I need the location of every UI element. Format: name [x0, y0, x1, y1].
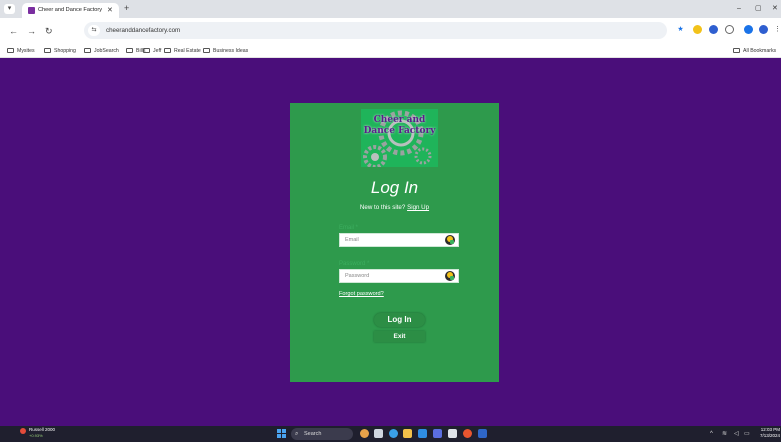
logo-text: Cheer and Dance Factory [363, 115, 436, 136]
shield-extension-icon[interactable] [709, 25, 718, 34]
tray-chevron-icon[interactable]: ^ [710, 429, 713, 439]
bookmark-folder[interactable]: Jeff [143, 46, 161, 56]
taskbar: Russell 2000 +0.93% ⌕ Search ^ ≋ ◁ ▭ 12:… [0, 426, 781, 442]
browser-tab-bar: ▾ Cheer and Dance Factory | ora ✕ + – ▢ … [0, 0, 781, 18]
browser-toolbar: ← → ↻ ⇆ cheeranddancefactory.com ★ ⋮ [0, 18, 781, 44]
start-button[interactable] [277, 429, 287, 439]
email-field-container [339, 233, 459, 247]
copilot-icon[interactable] [360, 429, 369, 438]
word-icon[interactable] [478, 429, 487, 438]
bookmark-folder[interactable]: Business Ideas [203, 46, 248, 56]
password-manager-extension-icon[interactable] [693, 25, 702, 34]
tab-title: Cheer and Dance Factory | ora [38, 7, 104, 13]
clock[interactable]: 12:03 PM 7/13/2024 [754, 427, 780, 439]
folder-icon [164, 48, 171, 53]
stock-widget-icon[interactable] [20, 428, 26, 434]
bookmark-star-icon[interactable]: ★ [676, 25, 685, 34]
login-card: Cheer and Dance Factory Log In New to th… [290, 103, 499, 382]
minimize-button[interactable]: – [737, 3, 741, 15]
address-bar[interactable]: ⇆ cheeranddancefactory.com [84, 22, 667, 39]
password-field-container [339, 269, 459, 283]
forward-button[interactable]: → [27, 26, 36, 36]
exit-button[interactable]: Exit [374, 331, 425, 342]
page-title: Log In [370, 178, 419, 197]
windows-logo-icon [277, 429, 281, 433]
bookmark-folder[interactable]: JobSearch [84, 46, 119, 56]
password-label: Password * [339, 261, 370, 267]
bookmark-folder[interactable]: Mysites [7, 46, 35, 56]
address-url: cheeranddancefactory.com [106, 27, 181, 34]
folder-icon [203, 48, 210, 53]
edge-browser-icon[interactable] [389, 429, 398, 438]
site-logo: Cheer and Dance Factory [361, 109, 438, 167]
store-icon[interactable] [418, 429, 427, 438]
maximize-button[interactable]: ▢ [755, 3, 762, 15]
reload-button[interactable]: ↻ [45, 26, 53, 36]
signup-link[interactable]: Sign Up [407, 204, 429, 211]
bookmark-folder[interactable]: Real Estate [164, 46, 201, 56]
file-explorer-icon[interactable] [403, 429, 412, 438]
tab-close-icon[interactable]: ✕ [107, 6, 113, 15]
password-manager-icon[interactable] [445, 235, 455, 245]
new-tab-button[interactable]: + [124, 3, 129, 14]
folder-icon [84, 48, 91, 53]
tab-search-icon[interactable]: ▾ [4, 4, 15, 14]
task-view-icon[interactable] [374, 429, 383, 438]
login-button[interactable]: Log In [374, 313, 425, 327]
folder-icon [733, 48, 740, 53]
signup-prompt: New to this site? Sign Up [359, 204, 430, 211]
app-icon[interactable] [448, 429, 457, 438]
folder-icon [126, 48, 133, 53]
search-icon: ⌕ [295, 431, 299, 437]
bookmarks-bar: Mysites Shopping JobSearch Bills Jeff Re… [0, 44, 781, 58]
browser-menu-icon[interactable]: ⋮ [773, 25, 781, 34]
security-extension-icon[interactable] [759, 25, 768, 34]
password-manager-icon[interactable] [445, 271, 455, 281]
all-bookmarks[interactable]: All Bookmarks [733, 46, 776, 56]
chrome-icon[interactable] [463, 429, 472, 438]
browser-tab[interactable]: Cheer and Dance Factory | ora ✕ [22, 3, 119, 18]
folder-icon [7, 48, 14, 53]
forgot-password-link[interactable]: Forgot password? [339, 290, 384, 298]
close-window-button[interactable]: ✕ [772, 3, 778, 15]
password-field[interactable] [340, 270, 440, 282]
profile-icon[interactable] [744, 25, 753, 34]
folder-icon [143, 48, 150, 53]
back-button[interactable]: ← [9, 26, 18, 36]
site-favicon-icon [28, 7, 35, 14]
folder-icon [44, 48, 51, 53]
clock-date: 7/13/2024 [759, 433, 780, 438]
volume-icon[interactable]: ◁ [734, 429, 739, 439]
site-info-icon[interactable]: ⇆ [88, 25, 100, 36]
mail-icon[interactable] [433, 429, 442, 438]
widget-subtitle: +0.93% [29, 433, 43, 438]
extensions-puzzle-icon[interactable] [725, 25, 734, 34]
wifi-icon[interactable]: ≋ [722, 429, 727, 439]
taskbar-search[interactable]: ⌕ Search [291, 428, 353, 440]
battery-icon[interactable]: ▭ [744, 429, 750, 439]
email-label: Email * [339, 225, 359, 231]
email-field[interactable] [340, 234, 440, 246]
bookmark-folder[interactable]: Shopping [44, 46, 76, 56]
